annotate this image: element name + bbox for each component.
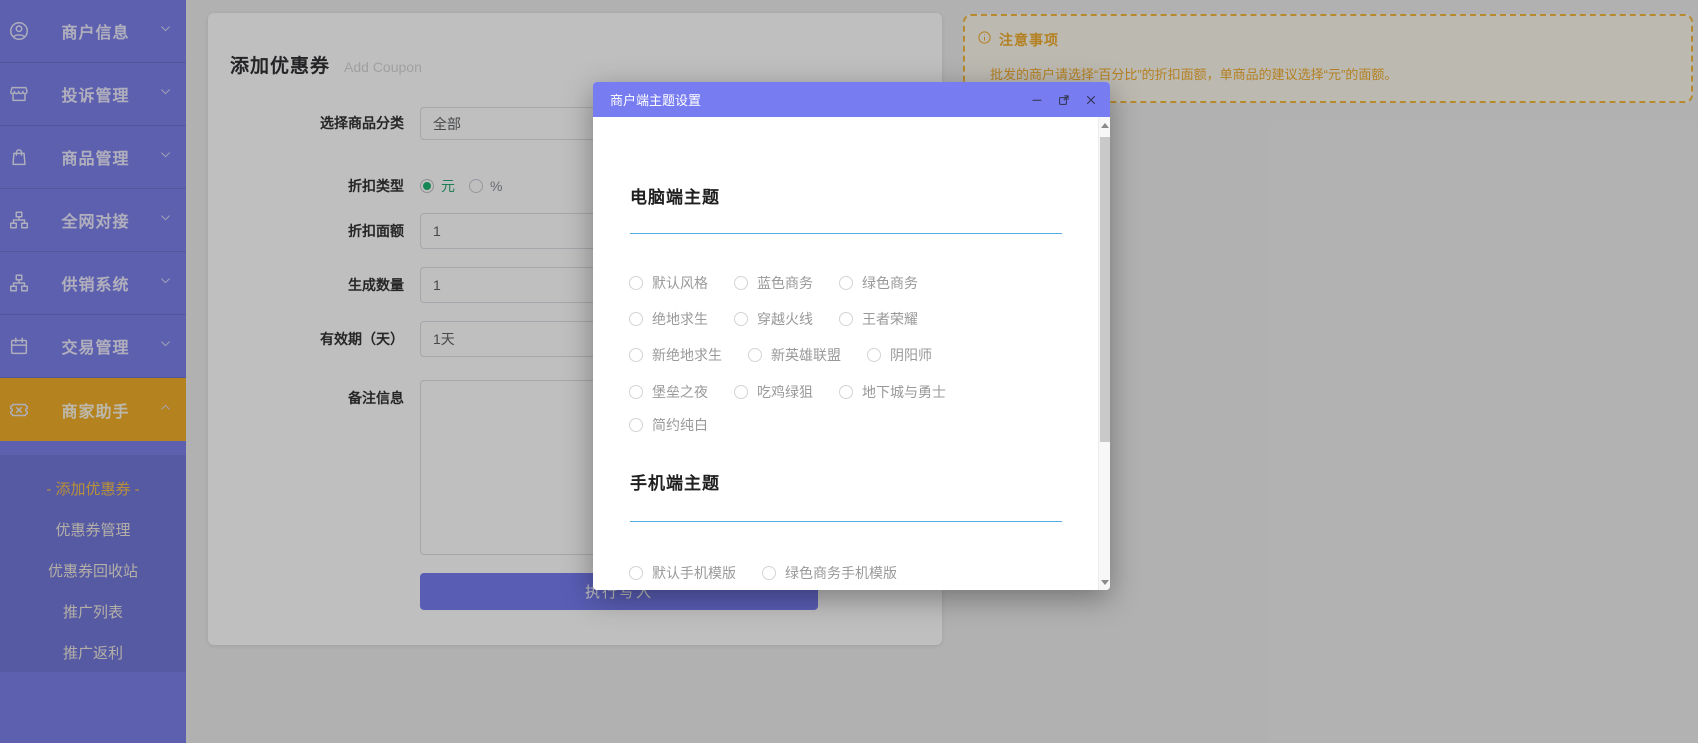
pc-theme-section-title: 电脑端主题 (630, 183, 720, 208)
radio-theme-onmyoji[interactable]: 阴阳师 (867, 345, 932, 365)
radio-unselected-icon (839, 312, 853, 326)
modal-body: 电脑端主题 默认风格 蓝色商务 绿色商务 绝地求生 穿越火线 王者荣耀 新绝地求… (593, 117, 1098, 590)
radio-unselected-icon (839, 276, 853, 290)
radio-unselected-icon (629, 276, 643, 290)
radio-unselected-icon (629, 385, 643, 399)
radio-mobile-green-business[interactable]: 绿色商务手机模版 (762, 563, 897, 583)
pc-theme-row: 堡垒之夜 吃鸡绿狙 地下城与勇士 (629, 382, 946, 402)
radio-theme-dnf[interactable]: 地下城与勇士 (839, 382, 946, 402)
pc-theme-row: 简约纯白 (629, 415, 708, 435)
scroll-up-icon[interactable] (1099, 117, 1110, 133)
close-icon[interactable] (1083, 92, 1098, 107)
radio-theme-chicken-green[interactable]: 吃鸡绿狙 (734, 382, 813, 402)
minimize-icon[interactable] (1029, 92, 1044, 107)
radio-unselected-icon (748, 348, 762, 362)
radio-unselected-icon (762, 566, 776, 580)
pc-theme-row: 绝地求生 穿越火线 王者荣耀 (629, 309, 918, 329)
section-divider (630, 233, 1062, 234)
radio-theme-crossfire[interactable]: 穿越火线 (734, 309, 813, 329)
maximize-icon[interactable] (1056, 92, 1071, 107)
radio-unselected-icon (734, 385, 748, 399)
radio-theme-pure-white[interactable]: 简约纯白 (629, 415, 708, 435)
modal-scrollbar[interactable] (1098, 117, 1110, 590)
radio-unselected-icon (734, 276, 748, 290)
radio-mobile-default[interactable]: 默认手机模版 (629, 563, 736, 583)
modal-header[interactable]: 商户端主题设置 (593, 82, 1110, 117)
pc-theme-row: 默认风格 蓝色商务 绿色商务 (629, 273, 918, 293)
scrollbar-thumb[interactable] (1100, 137, 1110, 442)
radio-theme-blue-business[interactable]: 蓝色商务 (734, 273, 813, 293)
section-divider (630, 521, 1062, 522)
mobile-theme-row: 默认手机模版 绿色商务手机模版 (629, 563, 897, 583)
radio-theme-pubg[interactable]: 绝地求生 (629, 309, 708, 329)
radio-unselected-icon (734, 312, 748, 326)
app-root: 商户信息 投诉管理 商品管理 全网对接 (0, 0, 1698, 743)
radio-theme-new-pubg[interactable]: 新绝地求生 (629, 345, 722, 365)
radio-theme-green-business[interactable]: 绿色商务 (839, 273, 918, 293)
radio-unselected-icon (629, 418, 643, 432)
radio-theme-default[interactable]: 默认风格 (629, 273, 708, 293)
radio-theme-new-lol[interactable]: 新英雄联盟 (748, 345, 841, 365)
mobile-theme-section-title: 手机端主题 (630, 469, 720, 494)
radio-unselected-icon (867, 348, 881, 362)
modal-title: 商户端主题设置 (610, 90, 701, 109)
theme-settings-modal: 商户端主题设置 电脑端主题 默认风格 蓝色商务 绿色商务 绝地求生 穿越火线 王… (593, 82, 1110, 590)
radio-unselected-icon (629, 566, 643, 580)
radio-unselected-icon (629, 348, 643, 362)
radio-unselected-icon (839, 385, 853, 399)
scroll-down-icon[interactable] (1099, 574, 1110, 590)
radio-theme-honor-of-kings[interactable]: 王者荣耀 (839, 309, 918, 329)
radio-theme-fortnite[interactable]: 堡垒之夜 (629, 382, 708, 402)
radio-unselected-icon (629, 312, 643, 326)
pc-theme-row: 新绝地求生 新英雄联盟 阴阳师 (629, 345, 932, 365)
